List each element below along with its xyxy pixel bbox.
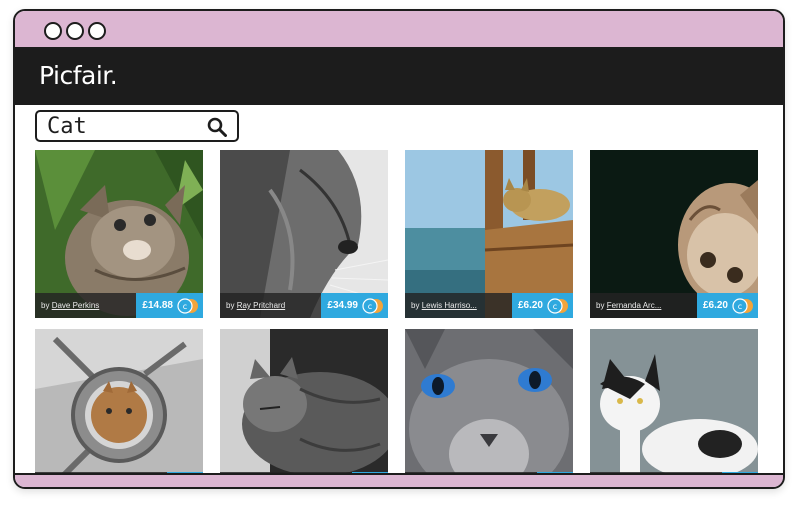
photographer-link[interactable]: Lewis Harriso... xyxy=(422,301,477,310)
cat-photo-image[interactable] xyxy=(590,329,758,489)
window-dot-1[interactable] xyxy=(44,22,62,40)
photographer-credit: by Dave Perkins xyxy=(41,301,99,310)
by-label: by xyxy=(41,301,50,310)
browser-window: Picfair. Cat by Dave Perkins £14.88 c by… xyxy=(13,9,785,489)
photo-card[interactable] xyxy=(405,329,573,489)
coin-icon: c xyxy=(732,297,753,314)
photo-card[interactable]: by Lewis Harriso... £6.20 c xyxy=(405,150,573,318)
site-header: Picfair. xyxy=(15,49,783,105)
photographer-link[interactable]: Ray Pritchard xyxy=(237,301,285,310)
photo-info-bar: by Ray Pritchard £34.99 c xyxy=(220,293,388,318)
by-label: by xyxy=(596,301,605,310)
photo-info-bar: by Lewis Harriso... £6.20 c xyxy=(405,293,573,318)
cat-photo-image[interactable] xyxy=(405,329,573,489)
photo-card[interactable]: by Dave Perkins £14.88 c xyxy=(35,150,203,318)
by-label: by xyxy=(226,301,235,310)
coin-icon: c xyxy=(547,297,568,314)
cat-photo-image[interactable] xyxy=(35,329,203,489)
search-input[interactable] xyxy=(45,112,209,140)
window-dot-3[interactable] xyxy=(88,22,106,40)
photographer-link[interactable]: Dave Perkins xyxy=(52,301,100,310)
photographer-link[interactable]: Fernanda Arc... xyxy=(607,301,662,310)
search-icon[interactable] xyxy=(207,117,227,137)
photographer-credit: by Fernanda Arc... xyxy=(596,301,661,310)
coin-icon: c xyxy=(177,297,198,314)
price-label: £14.88 xyxy=(142,300,173,311)
photographer-credit: by Lewis Harriso... xyxy=(411,301,477,310)
photo-card[interactable] xyxy=(590,329,758,489)
photographer-credit: by Ray Pritchard xyxy=(226,301,285,310)
cat-photo-image[interactable] xyxy=(220,329,388,489)
photo-card[interactable]: by Ray Pritchard £34.99 c xyxy=(220,150,388,318)
photo-info-bar: by Dave Perkins £14.88 c xyxy=(35,293,203,318)
by-label: by xyxy=(411,301,420,310)
svg-text:c: c xyxy=(738,302,742,311)
price-label: £6.20 xyxy=(702,300,728,311)
photo-card[interactable] xyxy=(35,329,203,489)
svg-text:c: c xyxy=(183,302,187,311)
photo-grid: by Dave Perkins £14.88 c by Ray Pritchar… xyxy=(35,150,775,489)
coin-icon: c xyxy=(362,297,383,314)
price-label: £6.20 xyxy=(517,300,543,311)
search-box[interactable] xyxy=(35,110,239,142)
price-badge[interactable]: £6.20 c xyxy=(511,293,573,318)
bottom-bar xyxy=(15,473,783,487)
svg-text:c: c xyxy=(553,302,557,311)
window-dot-2[interactable] xyxy=(66,22,84,40)
price-badge[interactable]: £14.88 c xyxy=(136,293,203,318)
price-badge[interactable]: £6.20 c xyxy=(696,293,758,318)
svg-text:c: c xyxy=(368,302,372,311)
photo-info-bar: by Fernanda Arc... £6.20 c xyxy=(590,293,758,318)
photo-card[interactable] xyxy=(220,329,388,489)
photo-card[interactable]: by Fernanda Arc... £6.20 c xyxy=(590,150,758,318)
picfair-logo[interactable]: Picfair. xyxy=(39,61,118,90)
price-badge[interactable]: £34.99 c xyxy=(321,293,388,318)
price-label: £34.99 xyxy=(327,300,358,311)
title-bar xyxy=(15,11,783,49)
